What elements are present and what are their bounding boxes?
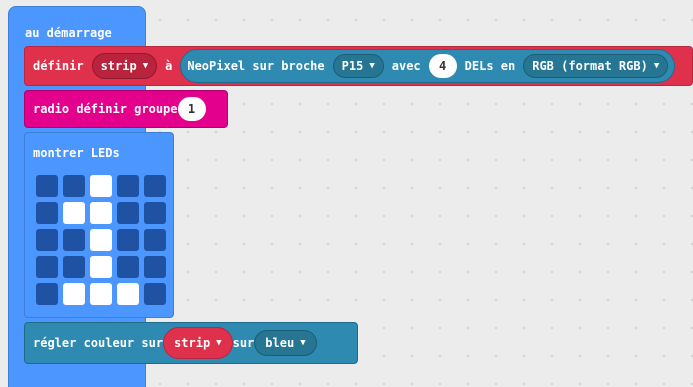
radio-set-group-block[interactable]: radio définir groupe 1 (24, 90, 228, 128)
led-cell[interactable] (117, 229, 139, 251)
on-start-label: au démarrage (25, 26, 112, 40)
led-cell[interactable] (144, 256, 166, 278)
on-label: sur (232, 336, 255, 350)
led-cell[interactable] (117, 175, 139, 197)
group-input[interactable]: 1 (177, 97, 206, 121)
led-cell[interactable] (63, 256, 85, 278)
variable-dropdown[interactable]: strip ▼ (91, 53, 158, 79)
show-leds-label: montrer LEDs (33, 146, 120, 160)
variable-name: strip (100, 59, 137, 73)
strip-variable-dropdown[interactable]: strip ▼ (163, 327, 233, 359)
strip-variable-name: strip (174, 336, 211, 350)
led-cell[interactable] (144, 229, 166, 251)
led-cell[interactable] (36, 229, 58, 251)
led-cell[interactable] (36, 256, 58, 278)
led-cell[interactable] (117, 202, 139, 224)
led-cell[interactable] (63, 283, 85, 305)
led-cell[interactable] (90, 283, 112, 305)
with-label: avec (391, 59, 421, 73)
led-cell[interactable] (90, 175, 112, 197)
led-cell[interactable] (144, 202, 166, 224)
led-cell[interactable] (144, 283, 166, 305)
led-count-input[interactable]: 4 (428, 54, 457, 78)
set-color-label: régler couleur sur (33, 336, 164, 350)
led-cell[interactable] (144, 175, 166, 197)
color-dropdown[interactable]: bleu ▼ (254, 330, 317, 356)
pin-value: P15 (341, 59, 364, 73)
color-value: bleu (265, 336, 295, 350)
caret-down-icon: ▼ (300, 338, 306, 348)
caret-down-icon: ▼ (216, 338, 222, 348)
led-cell[interactable] (117, 283, 139, 305)
led-grid (36, 175, 166, 305)
led-cell[interactable] (63, 175, 85, 197)
led-cell[interactable] (117, 256, 139, 278)
led-cell[interactable] (90, 256, 112, 278)
neopixel-create-block[interactable]: NeoPixel sur broche P15 ▼ avec 4 DELs en… (180, 49, 676, 83)
led-cell[interactable] (36, 202, 58, 224)
led-cell[interactable] (36, 175, 58, 197)
caret-down-icon: ▼ (369, 61, 375, 71)
neopixel-label: NeoPixel sur broche (187, 59, 325, 73)
led-cell[interactable] (63, 202, 85, 224)
led-cell[interactable] (90, 202, 112, 224)
to-label: à (165, 59, 173, 73)
define-label: définir (33, 59, 84, 73)
led-cell[interactable] (63, 229, 85, 251)
led-cell[interactable] (36, 283, 58, 305)
define-strip-block[interactable]: définir strip ▼ à NeoPixel sur broche P1… (24, 46, 693, 86)
pin-dropdown[interactable]: P15 ▼ (332, 54, 384, 78)
led-cell[interactable] (90, 229, 112, 251)
set-color-block[interactable]: régler couleur sur strip ▼ sur bleu ▼ (24, 322, 358, 364)
leds-label: DELs en (464, 59, 516, 73)
caret-down-icon: ▼ (142, 61, 149, 71)
mode-dropdown[interactable]: RGB (format RGB) ▼ (523, 54, 669, 78)
show-leds-block[interactable]: montrer LEDs (24, 132, 174, 318)
mode-value: RGB (format RGB) (532, 59, 648, 73)
radio-label: radio définir groupe (33, 102, 178, 116)
caret-down-icon: ▼ (653, 61, 660, 71)
